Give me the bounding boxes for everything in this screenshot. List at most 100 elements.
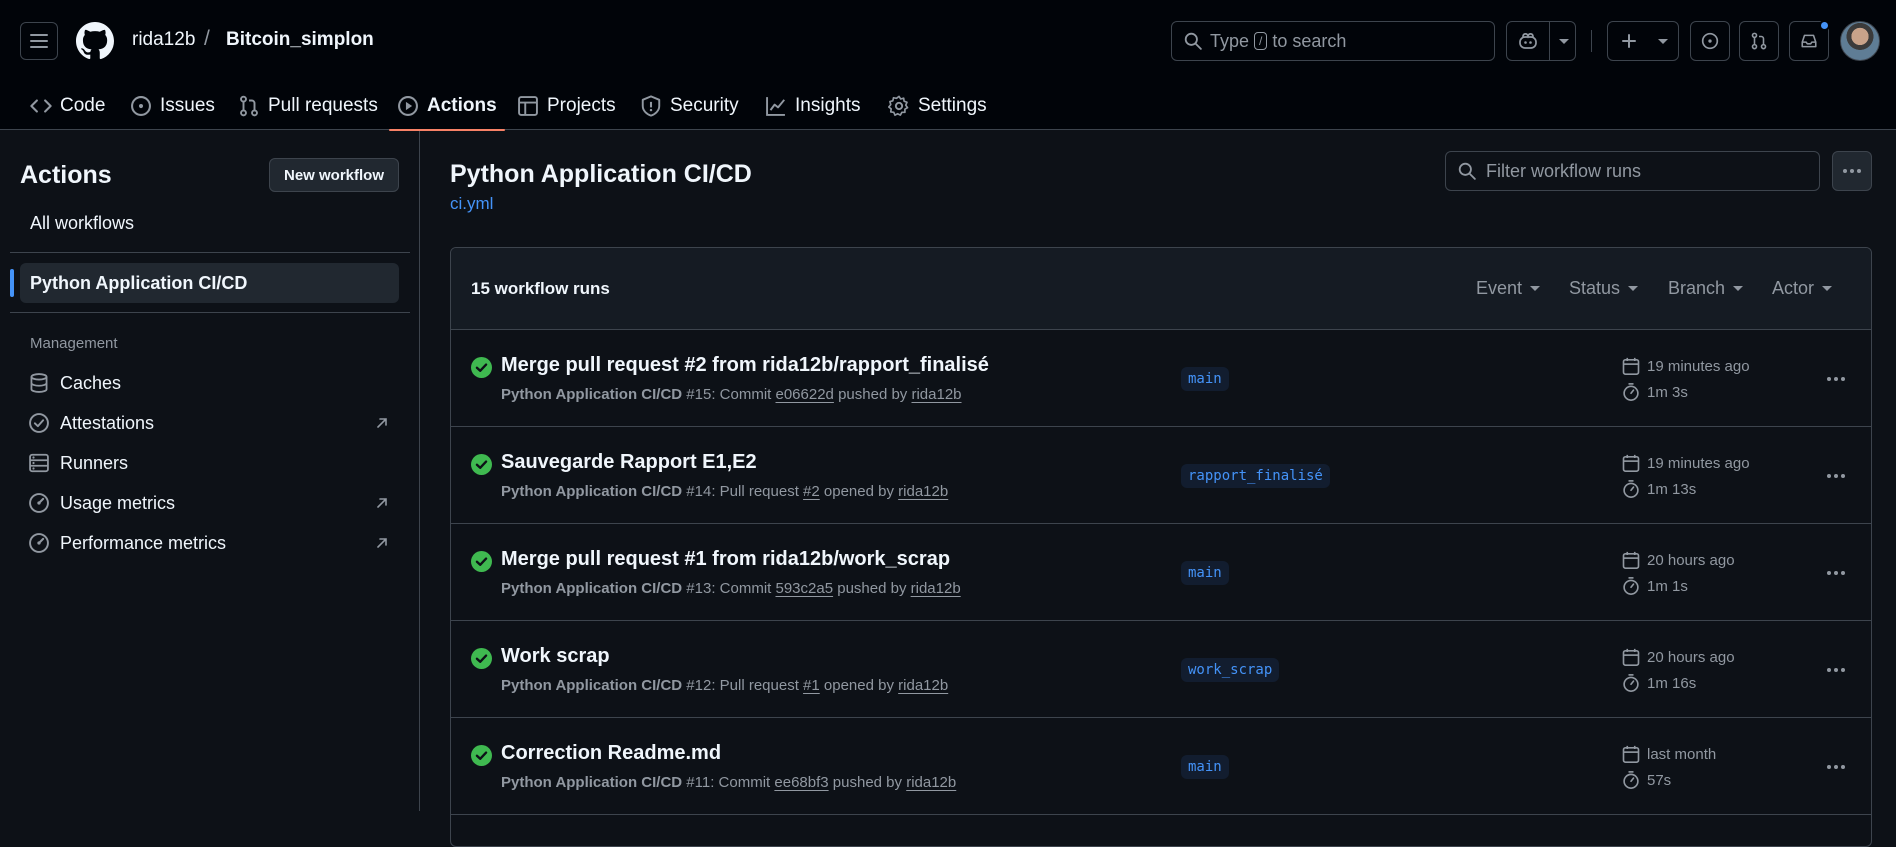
tab-security[interactable]: Security [632,82,747,130]
status-filter[interactable]: Status [1569,278,1639,299]
search-icon [1184,32,1202,50]
sidebar-divider [10,252,410,253]
menu-button[interactable] [20,22,58,60]
run-action: Pull request [719,483,799,500]
sidebar-divider [10,312,410,313]
sidebar-item-runners[interactable]: Runners [28,448,390,478]
runs-list-header: 15 workflow runs Event Status Branch Act… [451,248,1871,330]
kebab-horizontal-icon [1827,668,1845,672]
branch-label[interactable]: rapport_finalisé [1181,464,1330,488]
sidebar-item-caches[interactable]: Caches [28,368,390,398]
plus-icon [1622,34,1636,48]
run-options-button[interactable] [1823,754,1849,780]
run-user-link[interactable]: rida12b [911,386,961,403]
tab-code[interactable]: Code [22,82,113,130]
run-ref-link[interactable]: ee68bf3 [774,774,828,791]
run-title[interactable]: Merge pull request #1 from rida12b/work_… [501,548,950,571]
tab-projects[interactable]: Projects [509,82,624,130]
tab-label: Pull requests [268,95,378,116]
run-title[interactable]: Sauvegarde Rapport E1,E2 [501,451,757,474]
branch-filter[interactable]: Branch [1668,278,1744,299]
tab-insights[interactable]: Insights [757,82,868,130]
run-user-link[interactable]: rida12b [898,483,948,500]
sidebar-item-attestations[interactable]: Attestations [28,408,390,438]
chevron-down-icon[interactable] [1559,39,1569,44]
workflow-run-row[interactable]: Sauvegarde Rapport E1,E2 Python Applicat… [451,427,1871,524]
tab-actions[interactable]: Actions [389,82,505,131]
run-time: 20 hours ago [1621,647,1735,667]
sidebar-item-performance-metrics[interactable]: Performance metrics [28,528,390,558]
workflow-file-link[interactable]: ci.yml [450,194,493,214]
meter-icon [29,533,49,553]
search-suffix: to search [1272,30,1347,51]
create-new-button[interactable] [1607,21,1679,61]
tab-issues[interactable]: Issues [122,82,223,130]
run-user-link[interactable]: rida12b [906,774,956,791]
breadcrumb-repo[interactable]: Bitcoin_simplon [226,29,374,51]
branch-label[interactable]: work_scrap [1181,658,1280,682]
filter-label: Event [1476,278,1523,298]
run-options-button[interactable] [1823,463,1849,489]
stopwatch-icon [1623,577,1639,595]
breadcrumb-owner[interactable]: rida12b [132,29,195,51]
run-when: 20 hours ago [1647,648,1735,666]
run-user-link[interactable]: rida12b [911,580,961,597]
workflow-item-active[interactable]: Python Application CI/CD [10,263,399,303]
run-number: #12 [686,677,712,694]
kebab-horizontal-icon [1827,474,1845,478]
kebab-horizontal-icon [1827,765,1845,769]
branch-label[interactable]: main [1181,367,1229,391]
copilot-button[interactable] [1506,21,1576,61]
tab-settings[interactable]: Settings [880,82,995,130]
search-shortcut-key: / [1254,32,1268,50]
run-duration-value: 1m 13s [1647,480,1697,498]
header-divider [1591,30,1592,52]
run-number: #11 [686,774,711,791]
run-user-link[interactable]: rida12b [898,677,948,694]
workflow-run-row[interactable]: Work scrap Python Application CI/CD #12:… [451,621,1871,718]
workflow-run-row[interactable]: Merge pull request #2 from rida12b/rappo… [451,330,1871,427]
chevron-down-icon [1530,286,1541,291]
global-search-input[interactable]: Type / to search [1171,21,1495,61]
pull-requests-button[interactable] [1739,21,1779,61]
calendar-icon [1622,454,1640,472]
inbox-button[interactable] [1789,20,1830,61]
run-action: Commit [719,580,772,597]
new-workflow-button[interactable]: New workflow [269,158,399,192]
run-options-button[interactable] [1823,657,1849,683]
actor-filter[interactable]: Actor [1772,278,1833,299]
search-prefix: Type [1210,30,1250,51]
run-ref-link[interactable]: #1 [803,677,820,694]
server-icon [29,453,49,473]
run-title[interactable]: Merge pull request #2 from rida12b/rappo… [501,354,989,377]
run-ref-link[interactable]: e06622d [776,386,834,403]
branch-label[interactable]: main [1181,561,1229,585]
run-title[interactable]: Correction Readme.md [501,742,721,765]
filter-runs-input[interactable]: Filter workflow runs [1445,151,1820,191]
shield-icon [641,95,661,117]
avatar[interactable] [1840,21,1880,61]
event-filter[interactable]: Event [1476,278,1541,299]
tab-pull-requests[interactable]: Pull requests [230,82,386,130]
run-workflow: Python Application CI/CD [501,580,683,597]
branch-label[interactable]: main [1181,755,1229,779]
github-logo-icon[interactable] [76,22,114,60]
app-header: rida12b / Bitcoin_simplon Type / to sear… [0,0,1896,131]
external-link-icon [377,498,387,508]
all-workflows-link[interactable]: All workflows [30,213,134,234]
run-ref-link[interactable]: 593c2a5 [776,580,834,597]
workflow-run-row[interactable]: Correction Readme.md Python Application … [451,718,1871,815]
run-ref-link[interactable]: #2 [803,483,820,500]
notification-dot [1819,20,1830,31]
pull-request-icon [1751,32,1767,50]
run-verb: pushed by [838,386,908,403]
run-options-button[interactable] [1823,366,1849,392]
issues-button[interactable] [1690,21,1730,61]
sidebar-item-usage-metrics[interactable]: Usage metrics [28,488,390,518]
workflow-options-button[interactable] [1832,151,1872,191]
run-title[interactable]: Work scrap [501,645,610,668]
run-meta: Python Application CI/CD #13: Commit 593… [501,580,961,597]
run-options-button[interactable] [1823,560,1849,586]
workflow-run-row[interactable]: Merge pull request #1 from rida12b/work_… [451,524,1871,621]
play-icon [398,96,418,116]
